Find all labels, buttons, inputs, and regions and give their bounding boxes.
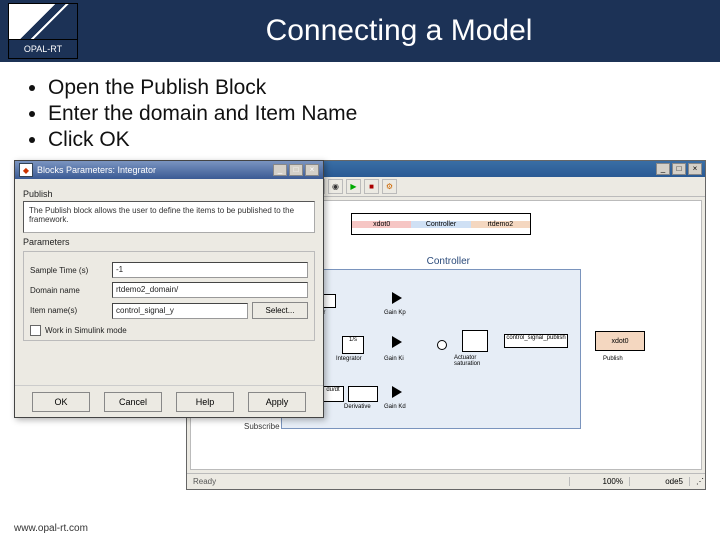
block-segment: xdot0	[352, 221, 411, 228]
dialog-body: Publish The Publish block allows the use…	[15, 179, 323, 385]
block-segment: rtdemo2	[471, 221, 530, 228]
domain-label: Domain name	[30, 286, 108, 295]
deriv-label: Derivative	[344, 404, 371, 410]
item-field[interactable]: control_signal_y	[112, 303, 248, 319]
status-zoom: 100%	[569, 477, 629, 486]
play-icon[interactable]: ▶	[346, 179, 361, 194]
opal-rt-logo: OPAL-RT	[8, 3, 78, 59]
gain-kp-label: Gain Kp	[384, 310, 406, 316]
bullet-item: Open the Publish Block	[48, 76, 700, 100]
build-icon[interactable]: ⚙	[382, 179, 397, 194]
gain-kd-label: Gain Kd	[384, 404, 406, 410]
status-resize-icon[interactable]: ⋰	[689, 477, 705, 486]
integrator-block[interactable]: 1/s	[342, 336, 364, 354]
top-block[interactable]: xdot0 Controller rtdemo2	[351, 213, 531, 235]
controller-subsystem[interactable]: Controller Error Gain Kp 1/s Integrator …	[281, 269, 581, 429]
deriv-block[interactable]: du/dt	[322, 386, 344, 402]
slide-header: OPAL-RT Connecting a Model	[0, 0, 720, 62]
sample-time-field[interactable]: -1	[112, 262, 308, 278]
gain-ki-block[interactable]	[392, 336, 402, 348]
help-button[interactable]: Help	[176, 392, 234, 412]
checkbox-label: Work in Simulink mode	[45, 326, 127, 335]
params-group-label: Parameters	[23, 237, 315, 247]
output-block[interactable]: xdot0	[595, 331, 645, 351]
publish-group-label: Publish	[23, 189, 315, 199]
item-label: Item name(s)	[30, 306, 108, 315]
minimize-icon[interactable]: _	[273, 164, 287, 176]
integrator-label: Integrator	[336, 356, 362, 362]
subscribe-label: Subscribe	[244, 422, 280, 431]
params-group: Sample Time (s) -1 Domain name rtdemo2_d…	[23, 251, 315, 341]
controller-label: Controller	[427, 256, 470, 267]
simulink-mode-checkbox[interactable]: Work in Simulink mode	[30, 325, 308, 336]
dialog-button-row: OK Cancel Help Apply	[15, 385, 323, 417]
block-params-dialog: ◆ Blocks Parameters: Integrator _ □ × Pu…	[14, 160, 324, 418]
domain-field[interactable]: rtdemo2_domain/	[112, 282, 308, 298]
bullet-item: Click OK	[48, 128, 700, 152]
dialog-titlebar: ◆ Blocks Parameters: Integrator _ □ ×	[15, 161, 323, 179]
stop-icon[interactable]: ■	[364, 179, 379, 194]
footer-url: www.opal-rt.com	[14, 523, 88, 534]
screenshot-area: _ □ × Normal ▣ ▤ ◧ ◨ ◉ ▶ ■ ⚙ xdot0 Contr…	[14, 160, 706, 498]
app-icon: ◆	[19, 163, 33, 177]
toolbar-icon[interactable]: ◉	[328, 179, 343, 194]
actuator-label: Actuator saturation	[454, 355, 498, 367]
publish-item-block[interactable]: control_signal_publish	[504, 334, 568, 348]
publish-description: The Publish block allows the user to def…	[23, 201, 315, 233]
deriv-fn-block[interactable]	[348, 386, 378, 402]
sim-statusbar: Ready 100% ode5 ⋰	[187, 473, 705, 489]
status-ready: Ready	[187, 477, 569, 486]
publish-label: Publish	[603, 356, 623, 362]
cancel-button[interactable]: Cancel	[104, 392, 162, 412]
gain-kd-block[interactable]	[392, 386, 402, 398]
close-icon[interactable]: ×	[305, 164, 319, 176]
actuator-block[interactable]	[462, 330, 488, 352]
ok-button[interactable]: OK	[32, 392, 90, 412]
logo-text: OPAL-RT	[9, 40, 77, 58]
apply-button[interactable]: Apply	[248, 392, 306, 412]
dialog-title: Blocks Parameters: Integrator	[37, 165, 156, 175]
slide-title: Connecting a Model	[78, 14, 720, 48]
gain-kp-block[interactable]	[392, 292, 402, 304]
minimize-icon[interactable]: _	[656, 163, 670, 175]
bullet-item: Enter the domain and Item Name	[48, 102, 700, 126]
checkbox-icon[interactable]	[30, 325, 41, 336]
close-icon[interactable]: ×	[688, 163, 702, 175]
sum2-block[interactable]	[437, 340, 447, 350]
gain-ki-label: Gain Ki	[384, 356, 404, 362]
block-segment: Controller	[411, 221, 470, 228]
maximize-icon[interactable]: □	[289, 164, 303, 176]
status-mode: ode5	[629, 477, 689, 486]
bullet-list: Open the Publish Block Enter the domain …	[0, 62, 720, 160]
select-button[interactable]: Select...	[252, 302, 308, 319]
maximize-icon[interactable]: □	[672, 163, 686, 175]
sample-time-label: Sample Time (s)	[30, 266, 108, 275]
